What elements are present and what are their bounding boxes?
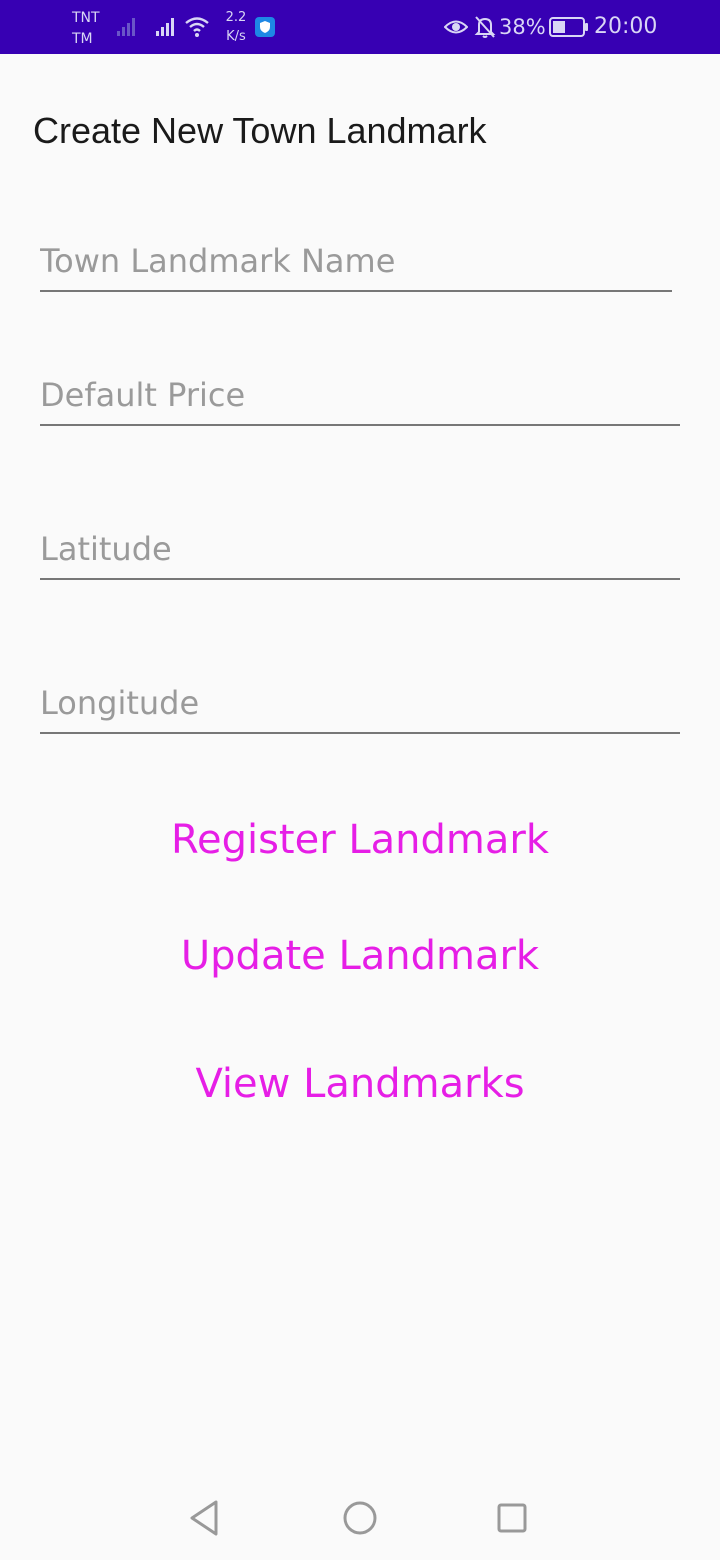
carrier-line-1: TNT — [72, 10, 100, 26]
speed-value: 2.2 — [225, 10, 247, 25]
default-price-input[interactable] — [40, 366, 680, 426]
recents-icon[interactable] — [496, 1502, 528, 1538]
view-landmarks-button[interactable]: View Landmarks — [0, 1058, 720, 1110]
signal-icon — [116, 15, 138, 41]
signal-icon — [155, 15, 177, 41]
landmark-name-input[interactable] — [40, 232, 672, 292]
shield-icon — [255, 17, 275, 41]
latitude-input[interactable] — [40, 520, 680, 580]
wifi-icon — [184, 15, 210, 43]
home-icon[interactable] — [342, 1500, 378, 1540]
carrier-line-2: TM — [72, 31, 93, 47]
bell-off-icon — [474, 15, 496, 43]
update-landmark-button[interactable]: Update Landmark — [0, 930, 720, 982]
speed-unit: K/s — [226, 29, 246, 44]
carrier-label: TNT TM — [72, 8, 106, 50]
page-title: Create New Town Landmark — [33, 110, 487, 151]
back-icon[interactable] — [186, 1498, 222, 1542]
battery-icon — [549, 17, 589, 41]
network-speed: 2.2 K/s — [219, 8, 253, 46]
status-bar: TNT TM 2.2 K/s 38% 20:00 — [0, 0, 720, 54]
clock: 20:00 — [594, 14, 658, 39]
battery-percent: 38% — [499, 15, 546, 39]
eye-icon — [443, 17, 469, 41]
register-landmark-button[interactable]: Register Landmark — [0, 814, 720, 866]
longitude-input[interactable] — [40, 674, 680, 734]
navigation-bar — [0, 1480, 720, 1560]
